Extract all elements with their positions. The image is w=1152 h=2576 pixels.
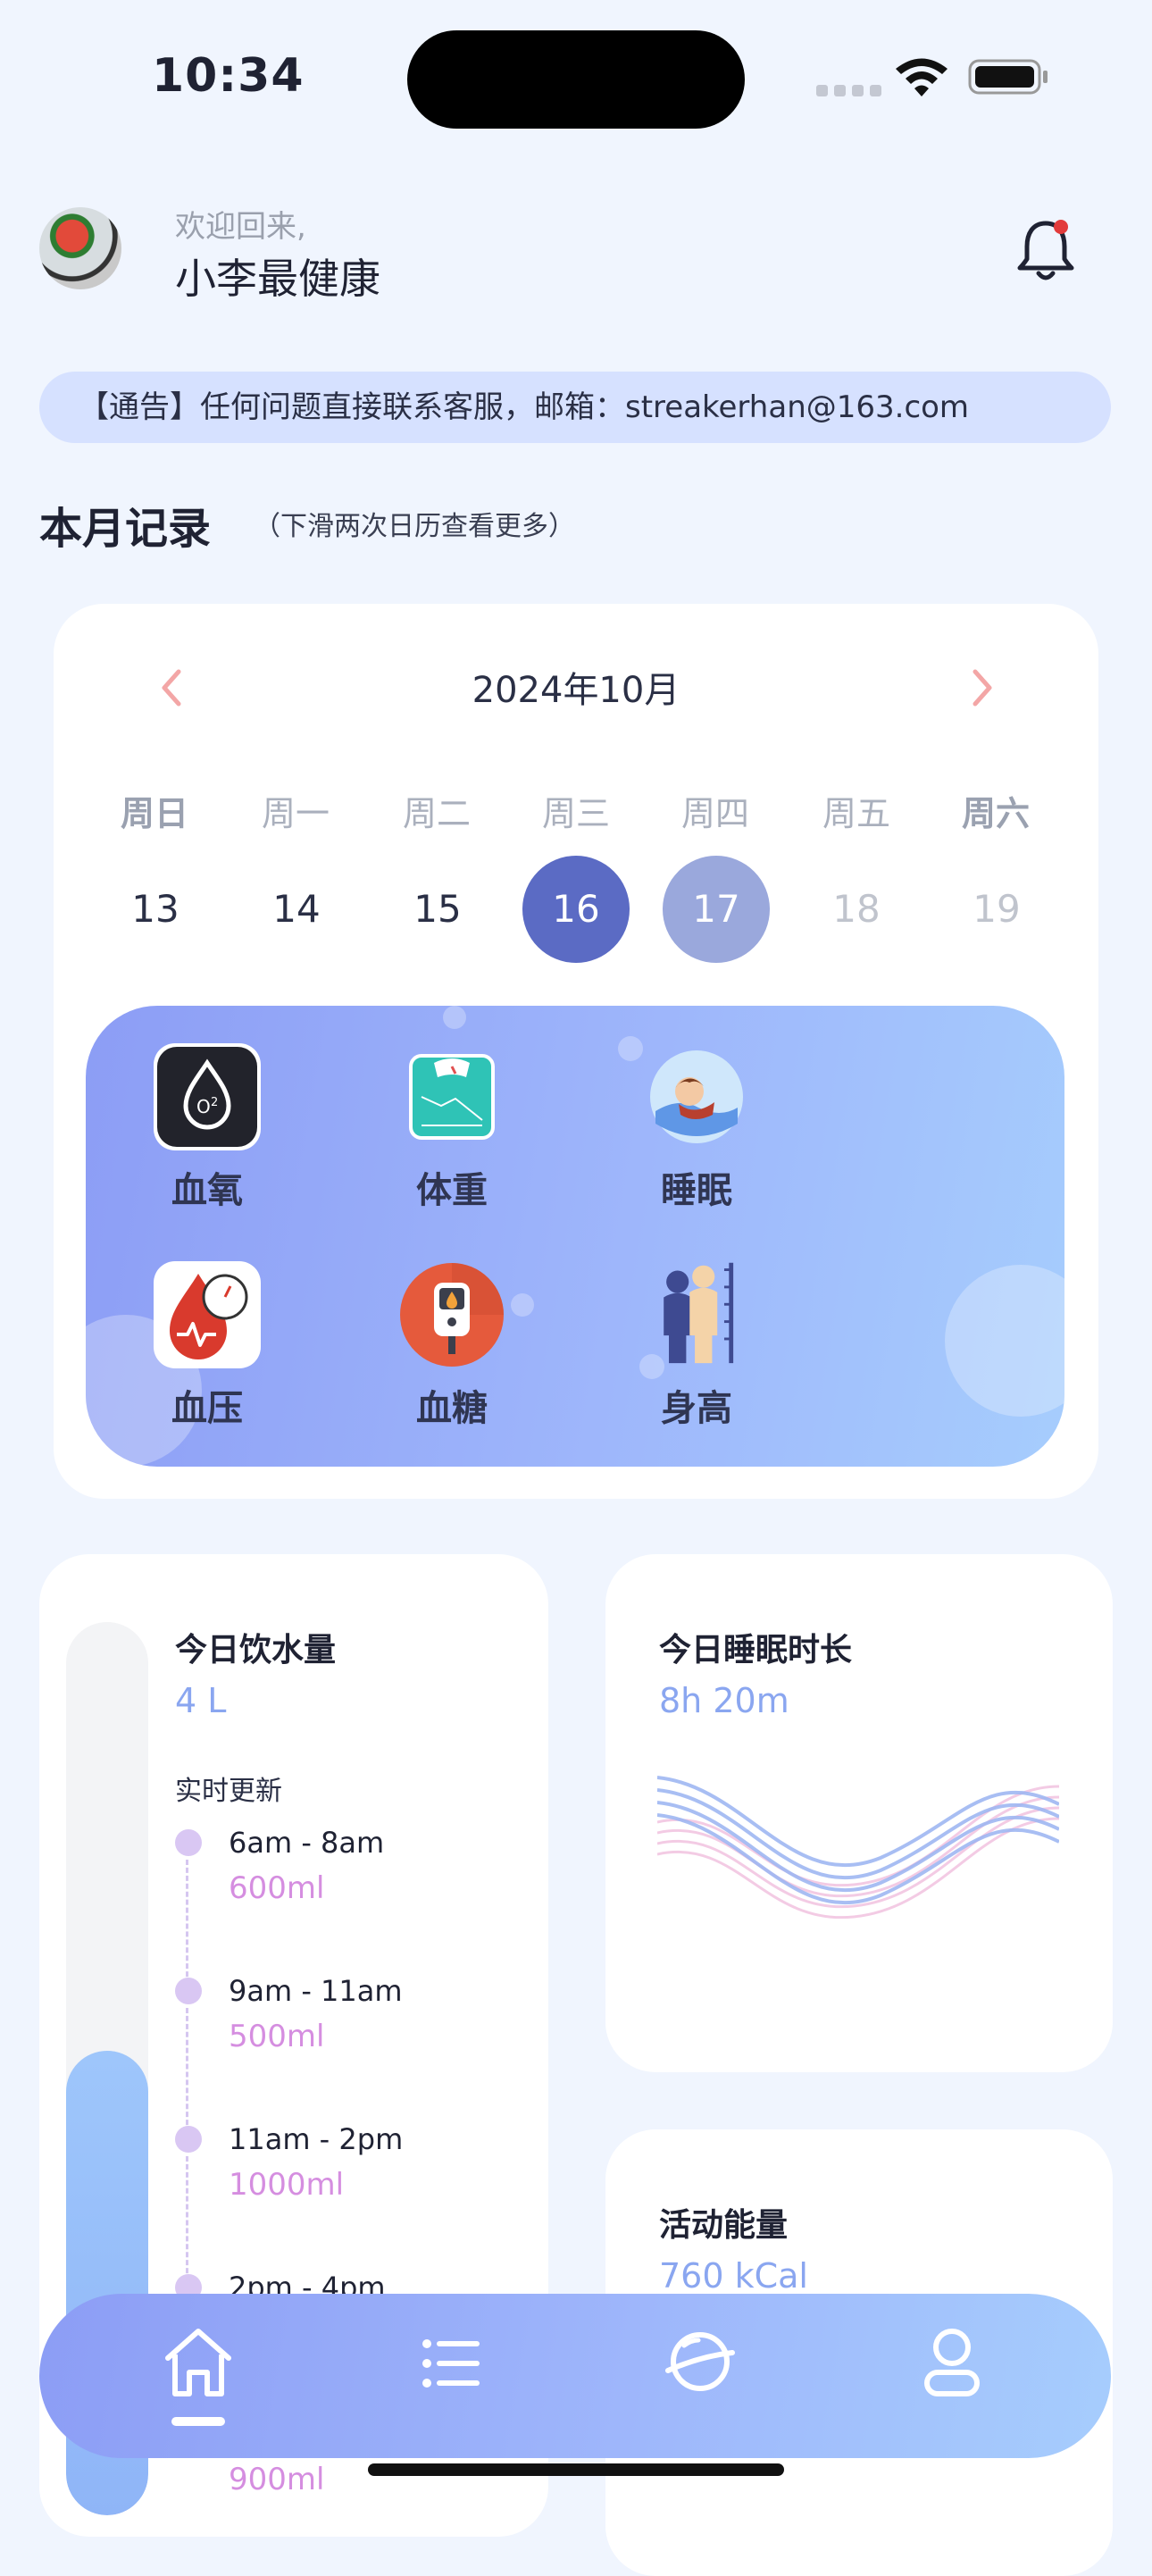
calendar-day[interactable]: 19 [943, 856, 1050, 963]
calendar-day-secondary[interactable]: 17 [663, 856, 770, 963]
timeline-amount: 500ml [229, 2019, 325, 2054]
avatar[interactable] [39, 207, 121, 289]
timeline-dot [175, 1978, 202, 2004]
timeline-slot: 9am - 11am [229, 1974, 403, 2008]
welcome-text: 欢迎回来, [175, 209, 306, 245]
list-icon[interactable] [404, 2317, 493, 2406]
signal-dot [852, 85, 864, 96]
chevron-right-icon[interactable] [964, 665, 1000, 711]
weekday-mon: 周一 [261, 794, 330, 833]
section-title: 本月记录 [39, 504, 212, 554]
weekday-thu: 周四 [680, 794, 749, 833]
timeline-slot: 11am - 2pm [229, 2122, 404, 2156]
signal-dot [816, 85, 828, 96]
timeline-amount: 900ml [229, 2462, 325, 2497]
blood-pressure-icon[interactable] [154, 1261, 261, 1368]
battery-icon [968, 59, 1048, 95]
feature-label[interactable]: 身高 [607, 1379, 786, 1431]
wifi-icon [896, 58, 947, 96]
timeline-line [186, 2008, 188, 2133]
status-time: 10:34 [152, 49, 305, 103]
timeline-line [186, 1860, 188, 1985]
feature-label[interactable]: 睡眠 [607, 1161, 786, 1213]
home-indicator [368, 2463, 784, 2476]
signal-dot [870, 85, 881, 96]
section-hint: （下滑两次日历查看更多） [254, 511, 575, 542]
timeline-dot [175, 1829, 202, 1856]
blood-oxygen-icon[interactable]: O 2 [154, 1043, 261, 1150]
weekday-tue: 周二 [402, 794, 471, 833]
signal-dot [834, 85, 846, 96]
timeline-dot [175, 2126, 202, 2153]
notice-banner[interactable]: 【通告】任何问题直接联系客服，邮箱：streakerhan@163.com [39, 372, 1111, 443]
weekday-fri: 周五 [822, 794, 890, 833]
feature-label[interactable]: 血糖 [363, 1379, 541, 1431]
timeline-line [186, 2156, 188, 2281]
sleep-value: 8h 20m [659, 1681, 789, 1720]
water-update-label: 实时更新 [175, 1776, 282, 1807]
timeline-amount: 1000ml [229, 2167, 345, 2203]
calendar-day[interactable]: 13 [102, 856, 209, 963]
weekday-sun: 周日 [120, 794, 188, 833]
energy-title: 活动能量 [659, 2207, 789, 2244]
timeline-amount: 600ml [229, 1870, 325, 1906]
feature-label[interactable]: 血氧 [118, 1161, 296, 1213]
feature-label[interactable]: 体重 [363, 1161, 541, 1213]
svg-text:2: 2 [211, 1096, 218, 1109]
weekday-sat: 周六 [961, 794, 1030, 833]
feature-label[interactable]: 血压 [118, 1379, 296, 1431]
calendar-day[interactable]: 15 [384, 856, 491, 963]
water-value: 4 L [175, 1681, 227, 1720]
nav-active-indicator [171, 2417, 225, 2426]
notification-bell-icon[interactable] [1014, 214, 1077, 286]
calendar-day[interactable]: 14 [243, 856, 350, 963]
svg-text:O: O [196, 1096, 211, 1117]
scale-icon[interactable] [398, 1043, 505, 1150]
glucose-meter-icon[interactable] [398, 1261, 505, 1368]
calendar-day-selected[interactable]: 16 [522, 856, 630, 963]
calendar-month: 2024年10月 [472, 670, 680, 711]
chevron-left-icon[interactable] [154, 665, 189, 711]
home-icon[interactable] [154, 2317, 243, 2406]
sleep-title: 今日睡眠时长 [659, 1632, 853, 1669]
planet-icon[interactable] [655, 2317, 745, 2406]
energy-gauge-label: left [838, 2471, 876, 2497]
user-icon[interactable] [907, 2317, 997, 2406]
energy-value: 760 kCal [659, 2256, 808, 2296]
water-title: 今日饮水量 [175, 1632, 337, 1669]
dynamic-island [407, 30, 745, 129]
height-icon[interactable] [643, 1258, 750, 1365]
username: 小李最健康 [175, 255, 380, 303]
sleep-icon[interactable] [643, 1043, 750, 1150]
timeline-slot: 6am - 8am [229, 1826, 385, 1860]
sleep-wave-graphic [657, 1776, 1059, 1919]
weekday-wed: 周三 [541, 794, 610, 833]
calendar-day[interactable]: 18 [803, 856, 910, 963]
